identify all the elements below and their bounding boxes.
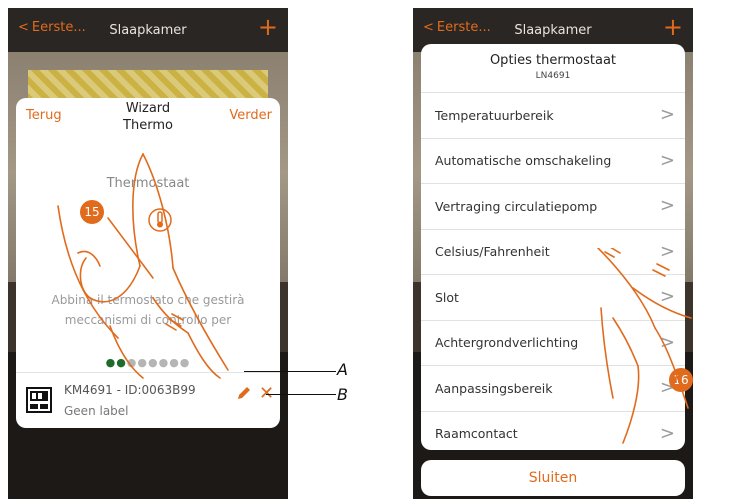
option-label: Automatische omschakeling [435,153,612,169]
add-icon[interactable]: + [663,15,683,39]
wizard-next-button[interactable]: Verder [229,108,272,123]
back-nav-label: Eerste... [436,20,491,35]
pointing-hand-illustration [57,153,229,379]
chevron-left-icon: < [423,20,434,35]
options-title: Opties thermostaat [489,53,617,68]
chevron-left-icon: < [18,20,29,35]
room-title: Slaapkamer [109,22,187,38]
back-nav-button[interactable]: < Eerste... [18,20,86,35]
callout-line-b [266,394,336,395]
option-item-temperatuurbereik[interactable]: Temperatuurbereik > [421,92,685,138]
option-label: Temperatuurbereik [435,107,554,123]
callout-label-a: A [337,360,348,379]
device-label: Geen label [64,404,129,418]
callout-line-a [244,371,336,372]
option-label: Celsius/Fahrenheit [435,244,550,260]
option-label: Raamcontact [435,426,518,442]
pencil-edit-icon[interactable] [236,385,252,401]
back-nav-label: Eerste... [31,20,86,35]
option-label: Achtergrondverlichting [435,335,579,351]
close-button[interactable]: Sluiten [421,460,685,496]
wizard-header: Terug Wizard Thermo Verder [16,98,280,138]
top-bar: < Eerste... Slaapkamer + [8,8,288,52]
option-label: Aanpassingsbereik [435,380,553,396]
chevron-right-icon: > [659,195,675,217]
add-icon[interactable]: + [258,15,278,39]
chevron-right-icon: > [659,149,675,171]
room-title: Slaapkamer [514,22,592,38]
right-phone-screen: < Eerste... Slaapkamer + Opties thermost… [413,8,693,499]
option-item-automatische-omschakeling[interactable]: Automatische omschakeling > [421,137,685,184]
option-label: Vertraging circulatiepomp [435,198,598,214]
option-label: Slot [435,289,459,305]
left-phone-screen: < Eerste... Slaapkamer + Terug Wizard Th… [8,8,288,499]
options-subtitle: LN4691 [535,71,571,81]
option-item-vertraging-circulatiepomp[interactable]: Vertraging circulatiepomp > [421,183,685,229]
thermostat-device-icon [26,387,52,413]
chevron-right-icon: > [659,104,675,126]
options-header: Opties thermostaat LN4691 [421,44,685,92]
callout-label-b: B [337,385,348,404]
back-nav-button[interactable]: < Eerste... [423,20,491,35]
pointing-hand-illustration [597,248,692,444]
